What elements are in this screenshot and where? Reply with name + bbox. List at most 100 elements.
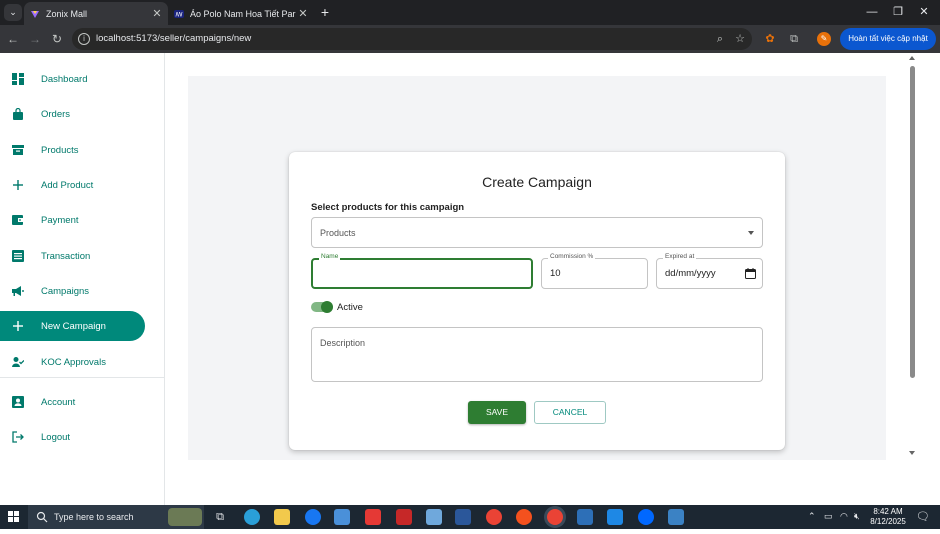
plus-icon [11, 178, 25, 192]
sidebar-item-orders[interactable]: Orders [0, 99, 145, 129]
toggle-knob [321, 301, 333, 313]
sidebar-item-campaigns[interactable]: Campaigns [0, 276, 145, 306]
sidebar-item-label: Logout [41, 431, 71, 443]
windows-start-button[interactable] [0, 505, 28, 529]
zoom-icon[interactable]: ⌕ [713, 32, 727, 46]
sidebar-item-label: Products [41, 144, 79, 156]
sidebar-item-payment[interactable]: Payment [0, 205, 145, 235]
intellij-icon[interactable] [396, 509, 412, 525]
scroll-down-arrow-icon[interactable] [909, 451, 915, 455]
page-scrollbar[interactable] [909, 53, 940, 505]
browser-tab-bar: ⌄ Zonix Mall ✕ ꟿ Áo Polo Nam Hoa Tiết Pa… [0, 0, 940, 25]
browser-tab-polo[interactable]: ꟿ Áo Polo Nam Hoa Tiết Paris Fo… ✕ [168, 2, 314, 25]
active-toggle-label: Active [337, 302, 363, 313]
zonix-logo-icon [31, 10, 39, 18]
taskbar-search-box[interactable]: Type here to search [28, 505, 204, 529]
facebook-icon[interactable] [305, 509, 321, 525]
sidebar-item-label: Dashboard [41, 73, 88, 85]
ssms-icon[interactable] [577, 509, 593, 525]
tab-search-button[interactable]: ⌄ [4, 4, 22, 21]
expired-at-field-value: dd/mm/yyyy [665, 268, 716, 279]
new-tab-plus-icon[interactable]: + [317, 4, 333, 20]
chrome-active-icon[interactable] [547, 509, 563, 525]
sidebar-item-label: Payment [41, 214, 79, 226]
restore-icon[interactable]: ❐ [888, 4, 908, 20]
extensions-puzzle-icon[interactable]: ⧉ [786, 31, 802, 47]
sidebar-item-dashboard[interactable]: Dashboard [0, 64, 145, 94]
active-toggle[interactable] [311, 301, 333, 313]
calendar-icon[interactable] [745, 268, 756, 279]
cancel-button[interactable]: CANCEL [534, 401, 606, 424]
sidebar-item-account[interactable]: Account [0, 387, 145, 417]
tab-title: Áo Polo Nam Hoa Tiết Paris Fo… [190, 8, 296, 19]
description-field[interactable]: Description [311, 327, 763, 382]
page-title: Create Campaign [482, 174, 592, 190]
expired-at-field[interactable]: Expired at dd/mm/yyyy [656, 253, 763, 289]
sidebar-item-label: New Campaign [41, 320, 106, 332]
edge-browser-icon[interactable] [244, 509, 260, 525]
logout-icon [11, 430, 25, 444]
vscode-icon[interactable] [607, 509, 623, 525]
sidebar-item-add-product[interactable]: Add Product [0, 170, 145, 200]
name-field[interactable]: Name [311, 253, 533, 289]
browser-toolbar: ← → ↻ i localhost:5173/seller/campaigns/… [0, 25, 940, 53]
minimize-icon[interactable]: — [862, 4, 882, 20]
sidebar-item-transaction[interactable]: Transaction [0, 241, 145, 271]
archive-box-icon [11, 143, 25, 157]
forward-arrow-icon[interactable]: → [27, 31, 43, 47]
shopping-bag-icon [11, 107, 25, 121]
expired-at-field-label: Expired at [663, 253, 697, 260]
zalo-icon[interactable] [638, 509, 654, 525]
scrollbar-thumb[interactable] [910, 66, 915, 378]
tab-close-icon[interactable]: ✕ [296, 7, 310, 20]
products-select[interactable]: Products [311, 217, 763, 248]
app-icon[interactable] [668, 509, 684, 525]
youtube-icon[interactable] [365, 509, 381, 525]
wifi-icon[interactable]: ◠ [840, 511, 848, 522]
clock-time: 8:42 AM [873, 507, 903, 516]
site-logo-icon: ꟿ [174, 9, 184, 18]
microsoft-store-icon[interactable] [334, 509, 350, 525]
sidebar-item-label: Orders [41, 108, 71, 120]
network-icon[interactable]: ▭ [824, 511, 833, 522]
notification-icon[interactable]: 🗨︎ [916, 510, 930, 523]
tab-close-icon[interactable]: ✕ [150, 7, 164, 20]
sidebar-divider [0, 377, 165, 378]
address-bar[interactable]: i localhost:5173/seller/campaigns/new ⌕ … [72, 28, 752, 50]
megaphone-icon [11, 284, 25, 298]
scroll-up-arrow-icon[interactable] [909, 56, 915, 60]
word-icon[interactable] [455, 509, 471, 525]
tray-chevron-icon[interactable]: ⌃ [808, 511, 816, 522]
bookmark-star-icon[interactable]: ☆ [733, 32, 747, 46]
sidebar-item-koc-approvals[interactable]: KOC Approvals [0, 347, 145, 377]
person-check-icon [11, 355, 25, 369]
site-info-icon[interactable]: i [78, 33, 90, 45]
sidebar-item-new-campaign[interactable]: New Campaign [0, 311, 145, 341]
task-view-icon[interactable]: ⧉ [212, 509, 228, 525]
extension-icon[interactable]: ✿ [762, 31, 778, 47]
dropdown-arrow-icon [748, 231, 754, 235]
sidebar-item-label: Transaction [41, 250, 91, 262]
chrome-icon[interactable] [486, 509, 502, 525]
postman-icon[interactable] [516, 509, 532, 525]
dashboard-icon [11, 72, 25, 86]
file-explorer-icon[interactable] [274, 509, 290, 525]
browser-tab-zonix[interactable]: Zonix Mall ✕ [24, 2, 168, 25]
name-field-label: Name [319, 253, 341, 260]
commission-field[interactable]: Commission % 10 [541, 253, 648, 289]
update-chrome-button[interactable]: Hoàn tất việc cập nhật [840, 28, 936, 50]
save-button[interactable]: SAVE [468, 401, 526, 424]
profile-avatar[interactable]: ✎ [817, 32, 831, 46]
taskbar-search-placeholder: Type here to search [54, 512, 134, 522]
notes-app-icon[interactable] [426, 509, 442, 525]
clock-date: 8/12/2025 [870, 517, 906, 526]
reload-icon[interactable]: ↻ [49, 31, 65, 47]
sidebar-item-label: Add Product [41, 179, 94, 191]
back-arrow-icon[interactable]: ← [5, 31, 21, 47]
volume-muted-icon[interactable]: 🔇︎ [854, 511, 860, 522]
sidebar-item-logout[interactable]: Logout [0, 422, 145, 452]
sidebar-item-products[interactable]: Products [0, 135, 145, 165]
taskbar-clock[interactable]: 8:42 AM 8/12/2025 [866, 507, 910, 527]
close-window-icon[interactable]: ✕ [914, 4, 934, 20]
description-placeholder: Description [320, 338, 366, 348]
